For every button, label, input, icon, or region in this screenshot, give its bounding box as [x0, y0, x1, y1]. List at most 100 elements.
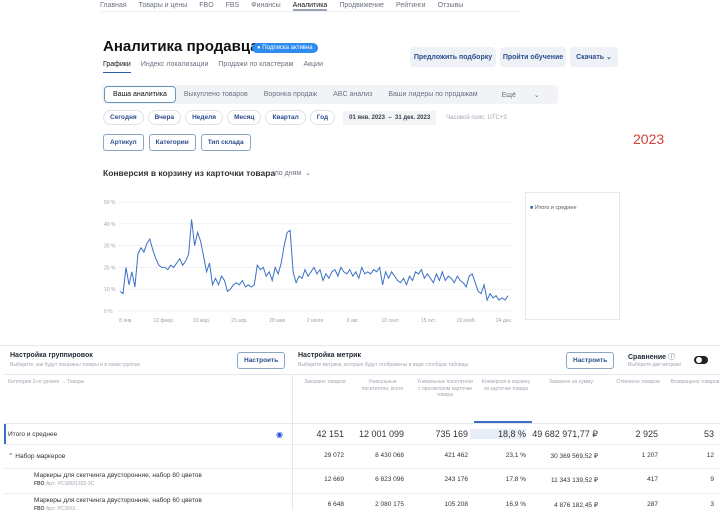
x-tick-label: 8 янв.	[119, 318, 133, 324]
segment-bought[interactable]: Выкуплено товаров	[176, 91, 256, 98]
column-header[interactable]: Конверсия в корзину из карточки товара	[480, 379, 532, 392]
x-tick-label: 2 июля	[307, 318, 324, 324]
table-cell: 243 176	[444, 476, 469, 483]
grouping-hint: Выберите, как будут показаны товары и в …	[10, 362, 141, 368]
table-cell: 18,8 %	[470, 429, 526, 439]
nav-item[interactable]: Продвижение	[339, 0, 384, 11]
more-label: Ещё	[501, 91, 516, 99]
series-line	[119, 219, 509, 302]
nav-item[interactable]: FBS	[226, 0, 240, 11]
column-header[interactable]: Уникальные посетители с просмотром карто…	[416, 379, 474, 399]
x-tick-label: 15 окт.	[421, 318, 436, 324]
table-cell: 12 001 099	[358, 429, 404, 439]
column-header[interactable]: Уникальные посетители, всего	[355, 379, 410, 392]
metrics-hint: Выберите метрики, которые будут отображе…	[298, 362, 469, 368]
nav-item-active[interactable]: Аналитика	[292, 0, 328, 11]
segment-leaders[interactable]: Ваши лидеры по продажам	[380, 91, 485, 98]
download-button[interactable]: Скачать ⌄	[570, 47, 618, 67]
column-header[interactable]: Заказано товаров	[300, 379, 350, 386]
help-icon: ⓘ	[668, 354, 676, 361]
top-nav: Главная Товары и цены FBO FBS Финансы Ан…	[100, 0, 520, 12]
column-header[interactable]: Отменено товаров	[612, 379, 664, 386]
legend-label: Итого и среднее	[534, 205, 577, 211]
x-tick-label: 19 мар.	[193, 318, 210, 324]
row-meta: FBO Арт.: PCS60/...	[34, 506, 79, 512]
badge-label: Подписка активна	[262, 45, 313, 51]
chevron-down-icon: ⌄	[305, 170, 311, 177]
table-cell: 16,9 %	[505, 501, 526, 508]
period-month[interactable]: Месяц	[227, 110, 262, 125]
chart-title: Конверсия в корзину из карточки товара	[103, 168, 276, 178]
compare-label: Сравнение	[628, 354, 667, 361]
table-cell: 735 169	[435, 429, 468, 439]
tab-localization[interactable]: Индекс локализации	[141, 61, 209, 73]
metrics-title: Настройка метрик	[298, 352, 361, 359]
segment-your-analytics[interactable]: Ваша аналитика	[104, 86, 176, 103]
row-name: Маркеры для скетчинга двусторонние, набо…	[34, 472, 202, 479]
table-cell: 11 343 139,52 ₽	[550, 477, 598, 484]
row-name-text: Маркеры для скетчинга двусторонние, набо…	[34, 497, 202, 504]
learn-button[interactable]: Пройти обучение	[500, 47, 566, 67]
date-range[interactable]: 01 янв. 2023 – 31 дек. 2023	[343, 110, 437, 125]
metrics-configure-button[interactable]: Настроить	[566, 352, 615, 369]
fulfillment-type: FBO	[34, 481, 45, 487]
nav-item[interactable]: FBO	[199, 0, 213, 11]
eye-icon[interactable]: ◉	[276, 430, 283, 439]
x-tick-label: 6 авг.	[347, 318, 359, 324]
table-cell: 9	[710, 476, 714, 483]
sorted-column-indicator	[474, 421, 532, 423]
row-name-text: Итого и среднее	[8, 431, 58, 438]
chevron-down-icon: ⌄	[606, 54, 612, 61]
first-column-header: Категория 3-го уровня → Товары	[8, 379, 85, 385]
page-title: Аналитика продавца	[103, 38, 259, 55]
nav-item[interactable]: Рейтинги	[396, 0, 426, 11]
table-cell: 23,1 %	[505, 452, 526, 459]
column-header[interactable]: Заказано на сумму	[538, 379, 604, 386]
row-meta: FBO Арт.: PCS80/1202-3C	[34, 481, 94, 487]
fulfillment-type: FBO	[34, 506, 45, 512]
period-year[interactable]: Год	[309, 110, 336, 125]
suggest-button[interactable]: Предложить подборку	[410, 47, 496, 67]
y-tick-label: 30 %	[104, 244, 116, 250]
period-week[interactable]: Неделя	[185, 110, 224, 125]
tab-promo[interactable]: Акции	[303, 61, 323, 73]
filter-article[interactable]: Артикул	[103, 134, 144, 151]
nav-item[interactable]: Финансы	[251, 0, 280, 11]
column-header[interactable]: Возвращено товаров	[670, 379, 720, 386]
segment-abc[interactable]: ABC анализ	[325, 91, 380, 98]
row-name: Итого и среднее	[8, 431, 57, 438]
period-today[interactable]: Сегодня	[103, 110, 144, 125]
granularity-select[interactable]: по дням ⌄	[275, 169, 311, 177]
filter-categories[interactable]: Категории	[148, 134, 196, 151]
y-tick-label: 40 %	[104, 222, 116, 228]
period-yesterday[interactable]: Вчера	[147, 110, 182, 125]
period-quarter[interactable]: Квартал	[265, 110, 306, 125]
x-tick-label: 28 мая	[269, 318, 285, 324]
table-cell: 287	[647, 501, 658, 508]
compare-toggle[interactable]	[694, 356, 708, 364]
date-to: 31 дек. 2023	[395, 114, 431, 121]
row-name: Маркеры для скетчинга двусторонние, набо…	[34, 497, 202, 504]
line-chart: 0 % 10 % 20 % 30 % 40 % 50 % 8 янв. 12 февр. 19 …	[104, 200, 512, 324]
segment-more[interactable]: Ещё ⌄	[486, 91, 556, 99]
grouping-configure-button[interactable]: Настроить	[237, 352, 286, 369]
date-sep: –	[388, 114, 392, 121]
tab-charts[interactable]: Графики	[103, 61, 131, 73]
nav-item[interactable]: Товары и цены	[139, 0, 188, 11]
nav-item[interactable]: Отзывы	[438, 0, 464, 11]
year-note: 2023	[633, 131, 665, 147]
x-tick-label: 10 сент.	[382, 318, 400, 324]
y-tick-label: 10 %	[104, 287, 116, 293]
filters: Артикул Категории Тип склада	[103, 134, 251, 151]
row-name[interactable]: ⌃ Набор маркеров	[8, 452, 65, 460]
segment-funnel[interactable]: Воронка продаж	[256, 91, 325, 98]
compare-hint: Выберите две метрики	[628, 362, 682, 368]
filter-warehouse[interactable]: Тип склада	[200, 134, 251, 151]
subtabs: Графики Индекс локализации Продажи по кл…	[103, 61, 323, 73]
table-cell: 53	[703, 429, 714, 439]
table-cell: 8 430 068	[375, 452, 404, 459]
article: Арт.: PCS80/1202-3C	[45, 481, 95, 487]
table-cell: 421 462	[444, 452, 469, 459]
nav-item[interactable]: Главная	[100, 0, 127, 11]
tab-clusters[interactable]: Продажи по кластерам	[218, 61, 293, 73]
